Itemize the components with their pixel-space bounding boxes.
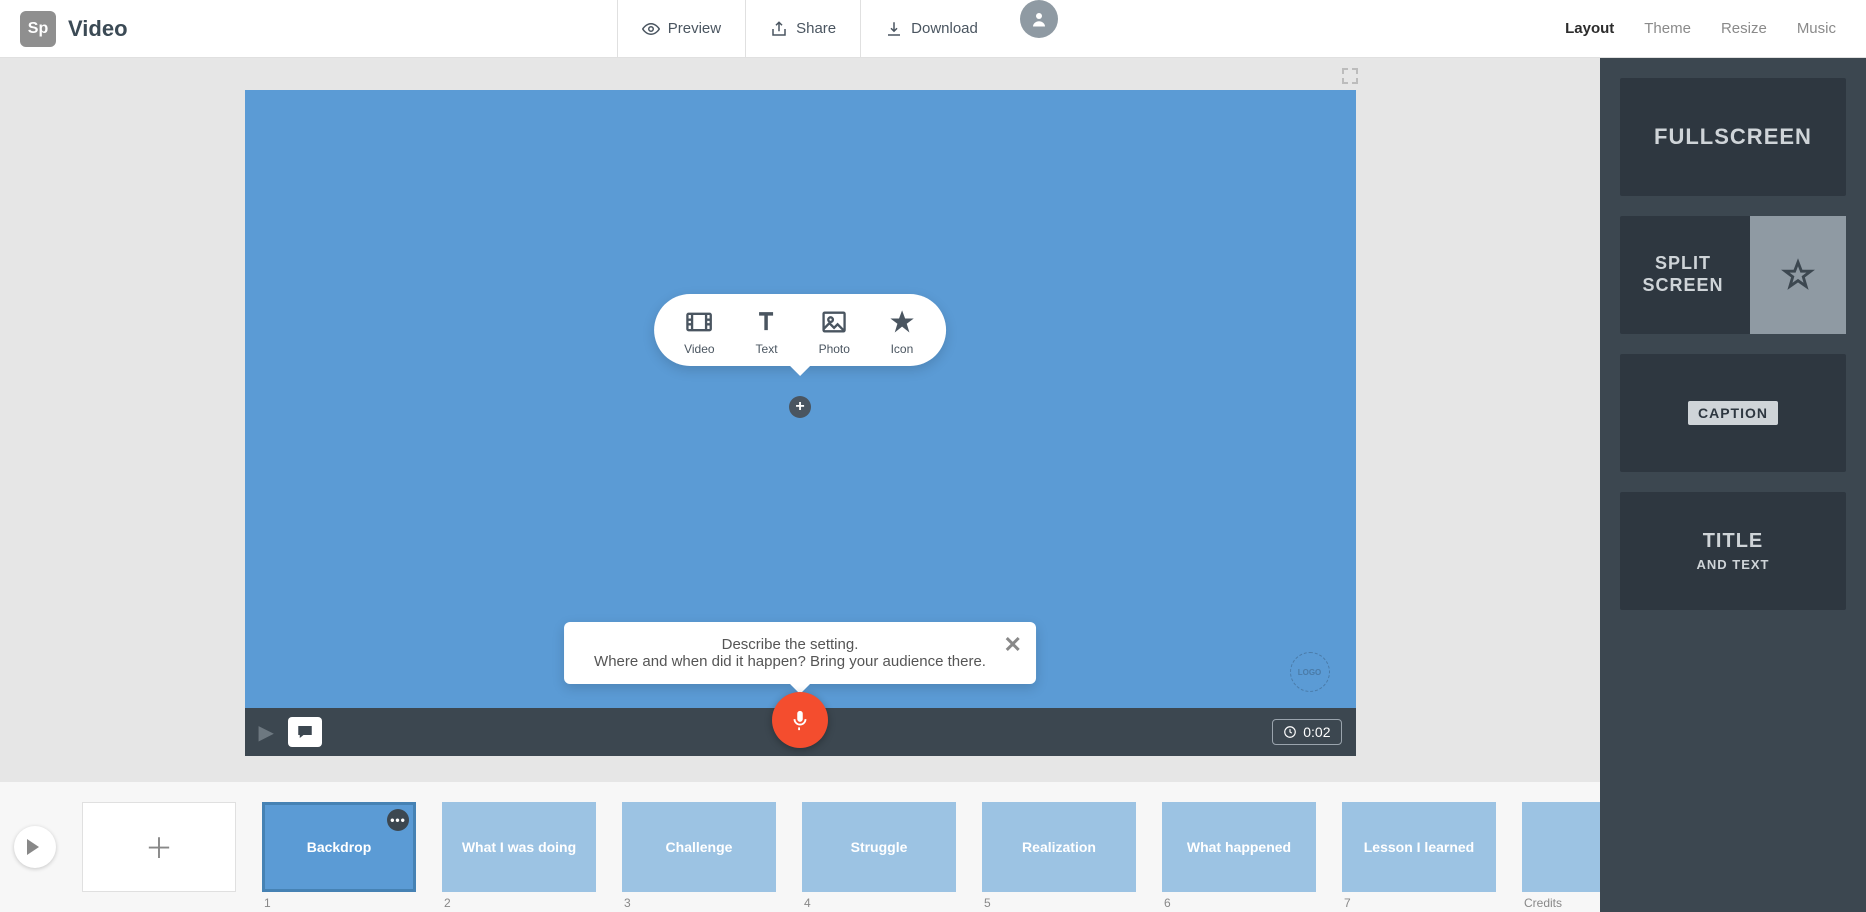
slide-7[interactable]: Lesson I learned <box>1342 802 1496 892</box>
layout-split-preview <box>1750 216 1846 334</box>
tab-music[interactable]: Music <box>1797 20 1836 37</box>
eye-icon <box>642 20 660 38</box>
slide-1[interactable]: Backdrop••• <box>262 802 416 892</box>
slide-number: 7 <box>1342 896 1496 910</box>
slide-number: 5 <box>982 896 1136 910</box>
layout-split-label: SPLIT SCREEN <box>1620 253 1746 296</box>
app-title: Video <box>68 16 128 42</box>
stage: Video Text Photo Icon + ✕ Describe the s… <box>0 58 1600 782</box>
duration-badge[interactable]: 0:02 <box>1272 719 1341 745</box>
play-icon[interactable]: ▶ <box>259 720 274 745</box>
close-icon[interactable]: ✕ <box>1004 632 1022 658</box>
layout-caption-label: CAPTION <box>1688 401 1778 425</box>
logo-area: Sp Video <box>0 11 128 47</box>
preview-label: Preview <box>668 20 721 37</box>
header-actions: Preview Share Download <box>617 0 1076 57</box>
slide-number: 6 <box>1162 896 1316 910</box>
slide-number: 3 <box>622 896 776 910</box>
app-logo[interactable]: Sp <box>20 11 56 47</box>
mic-icon <box>789 709 811 731</box>
share-icon <box>770 20 788 38</box>
star-outline-icon <box>1781 258 1815 292</box>
player-bar: ▶ 0:02 <box>245 708 1356 756</box>
text-icon <box>753 308 781 336</box>
slide-5[interactable]: Realization <box>982 802 1136 892</box>
duration-value: 0:02 <box>1303 724 1330 740</box>
tab-theme[interactable]: Theme <box>1644 20 1691 37</box>
speech-icon <box>296 723 314 741</box>
header: Sp Video Preview Share Download Layout T… <box>0 0 1866 58</box>
play-all-button[interactable] <box>14 826 56 868</box>
star-icon <box>888 308 916 336</box>
layout-fullscreen[interactable]: FULLSCREEN <box>1620 78 1846 196</box>
download-button[interactable]: Download <box>860 0 1002 57</box>
layout-split-screen[interactable]: SPLIT SCREEN <box>1620 216 1846 334</box>
user-icon <box>1030 10 1048 28</box>
header-tabs: Layout Theme Resize Music <box>1565 0 1866 57</box>
slide-number: 1 <box>262 896 416 910</box>
layout-title-label: TITLE <box>1703 530 1764 553</box>
slide-3[interactable]: Challenge <box>622 802 776 892</box>
tab-resize[interactable]: Resize <box>1721 20 1767 37</box>
layout-caption[interactable]: CAPTION <box>1620 354 1846 472</box>
slide-2[interactable]: What I was doing <box>442 802 596 892</box>
add-icon-label: Icon <box>891 342 914 356</box>
slide-more-button[interactable]: ••• <box>387 809 409 831</box>
share-button[interactable]: Share <box>745 0 860 57</box>
layout-title-text[interactable]: TITLE AND TEXT <box>1620 492 1846 610</box>
canvas[interactable]: Video Text Photo Icon + ✕ Describe the s… <box>245 90 1356 756</box>
tab-layout[interactable]: Layout <box>1565 20 1614 37</box>
fullscreen-icon[interactable] <box>1342 68 1358 84</box>
layout-panel: FULLSCREEN SPLIT SCREEN CAPTION TITLE AN… <box>1600 58 1866 912</box>
add-icon-button[interactable]: Icon <box>888 308 916 356</box>
video-icon <box>685 308 713 336</box>
add-photo-button[interactable]: Photo <box>819 308 850 356</box>
download-icon <box>885 20 903 38</box>
download-label: Download <box>911 20 978 37</box>
share-label: Share <box>796 20 836 37</box>
add-video-label: Video <box>684 342 714 356</box>
prompt-line2: Where and when did it happen? Bring your… <box>594 653 986 670</box>
add-text-button[interactable]: Text <box>753 308 781 356</box>
timeline: ＋ Backdrop••• 1 What I was doing 2 Challenge… <box>0 782 1600 912</box>
add-video-button[interactable]: Video <box>684 308 714 356</box>
add-slide-button[interactable]: ＋ <box>82 802 236 892</box>
add-plus-button[interactable]: + <box>789 396 811 418</box>
slide-number: 4 <box>802 896 956 910</box>
add-text-label: Text <box>756 342 778 356</box>
record-button[interactable] <box>772 692 828 748</box>
logo-placeholder[interactable]: LOGO <box>1290 652 1330 692</box>
slide-6[interactable]: What happened <box>1162 802 1316 892</box>
account-button[interactable] <box>1020 0 1058 38</box>
slide-number: 2 <box>442 896 596 910</box>
add-photo-label: Photo <box>819 342 850 356</box>
preview-button[interactable]: Preview <box>617 0 745 57</box>
layout-fullscreen-label: FULLSCREEN <box>1654 124 1812 150</box>
notes-button[interactable] <box>288 717 322 747</box>
narration-prompt: ✕ Describe the setting. Where and when d… <box>564 622 1036 684</box>
clock-icon <box>1283 725 1297 739</box>
prompt-line1: Describe the setting. <box>594 636 986 653</box>
slide-4[interactable]: Struggle <box>802 802 956 892</box>
photo-icon <box>820 308 848 336</box>
layout-title-sub: AND TEXT <box>1697 557 1770 572</box>
add-content-popover: Video Text Photo Icon <box>654 294 946 366</box>
